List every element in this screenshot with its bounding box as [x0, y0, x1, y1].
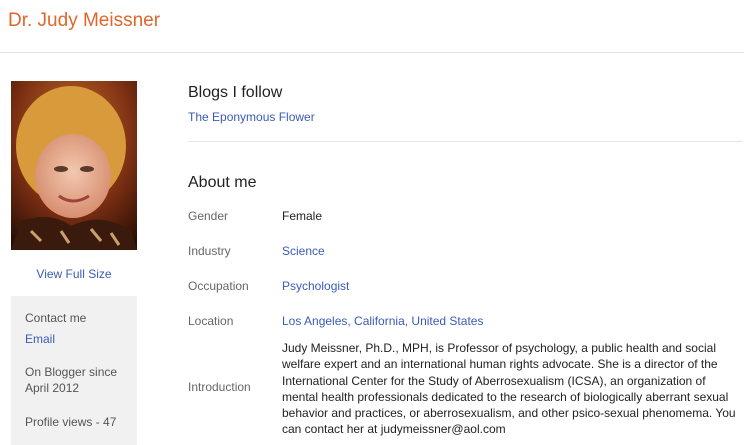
- view-full-size-link[interactable]: View Full Size: [11, 267, 137, 281]
- section-divider: [188, 141, 742, 142]
- blog-link[interactable]: The Eponymous Flower: [188, 110, 315, 124]
- email-link[interactable]: Email: [25, 331, 55, 347]
- profile-views: Profile views - 47: [25, 415, 117, 429]
- blogs-section-title: Blogs I follow: [188, 84, 283, 101]
- location-link[interactable]: Los Angeles, California, United States: [282, 314, 483, 328]
- profile-photo-image: [11, 81, 137, 250]
- occupation-label: Occupation: [188, 279, 249, 293]
- profile-title[interactable]: Dr. Judy Meissner: [8, 10, 160, 32]
- introduction-text: Judy Meissner, Ph.D., MPH, is Professor …: [282, 341, 736, 437]
- industry-link[interactable]: Science: [282, 244, 325, 258]
- blogger-since-label: On Blogger since: [25, 365, 118, 379]
- industry-label: Industry: [188, 244, 231, 258]
- contact-label: Contact me: [25, 311, 87, 325]
- introduction-label: Introduction: [188, 380, 251, 394]
- profile-photo[interactable]: [11, 81, 137, 250]
- about-section-title: About me: [188, 174, 257, 191]
- gender-value: Female: [282, 209, 323, 223]
- contact-sidebar: Contact me Email On Blogger since April …: [11, 296, 137, 445]
- gender-label: Gender: [188, 209, 229, 223]
- occupation-link[interactable]: Psychologist: [282, 279, 349, 293]
- blogger-since-date: April 2012: [25, 381, 80, 395]
- profile-header: Dr. Judy Meissner: [0, 0, 744, 53]
- location-label: Location: [188, 314, 234, 328]
